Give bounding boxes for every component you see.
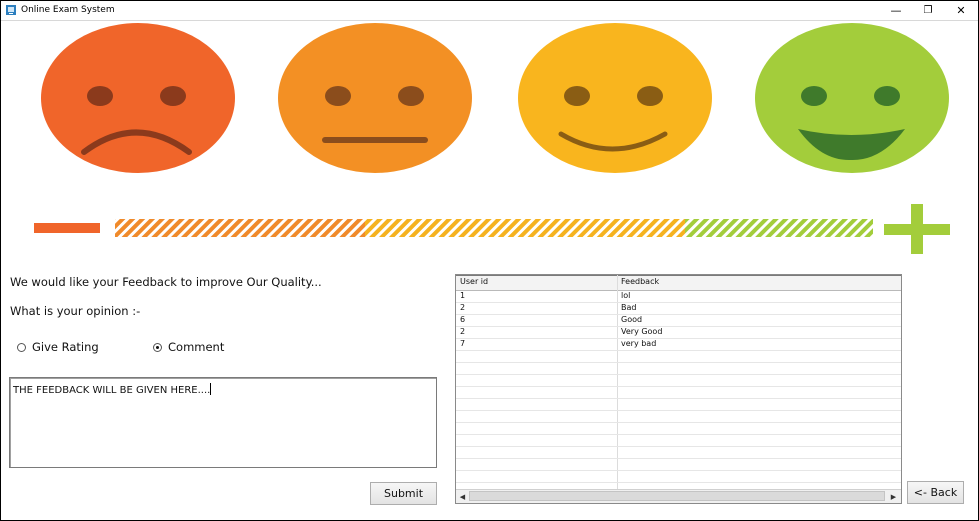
happy-face-icon (518, 23, 712, 173)
table-header: User id Feedback (456, 275, 901, 291)
cell-user-id: 1 (460, 291, 466, 300)
column-header-feedback[interactable]: Feedback (621, 277, 659, 286)
app-window: Online Exam System — ❐ ✕ We would like y… (0, 0, 979, 521)
client-area: We would like your Feedback to improve O… (1, 21, 978, 520)
give-rating-label: Give Rating (32, 340, 99, 354)
feedback-textarea[interactable]: THE FEEDBACK WILL BE GIVEN HERE.... (9, 377, 437, 468)
cell-feedback: Good (621, 315, 643, 324)
neutral-face-icon (278, 23, 472, 173)
app-icon (6, 5, 16, 15)
horizontal-scrollbar[interactable]: ◀ ▶ (456, 489, 901, 503)
column-header-user-id[interactable]: User id (460, 277, 488, 286)
cell-user-id: 7 (460, 339, 466, 348)
minimize-button[interactable]: — (881, 1, 911, 20)
submit-button[interactable]: Submit (370, 482, 437, 505)
radio-icon (17, 342, 26, 352)
cell-feedback: Very Good (621, 327, 663, 336)
radio-selected-icon (153, 342, 162, 352)
comment-label: Comment (168, 340, 225, 354)
cell-user-id: 2 (460, 327, 466, 336)
cell-feedback: very bad (621, 339, 657, 348)
opinion-question: What is your opinion :- (10, 304, 141, 318)
very-happy-face-icon (755, 23, 949, 173)
cell-feedback: Bad (621, 303, 637, 312)
scroll-right-arrow-icon[interactable]: ▶ (888, 491, 899, 502)
plus-icon (884, 204, 950, 254)
maximize-button[interactable]: ❐ (913, 1, 943, 20)
intro-text: We would like your Feedback to improve O… (10, 275, 322, 289)
feedback-text: THE FEEDBACK WILL BE GIVEN HERE.... (13, 385, 211, 396)
feedback-table[interactable]: User id Feedback 1 lol 2 Bad 6 Good 2 Ve… (455, 274, 902, 504)
rating-scale-bar (34, 204, 950, 254)
comment-radio[interactable]: Comment (153, 340, 224, 354)
title-bar: Online Exam System — ❐ ✕ (1, 1, 978, 21)
feedback-faces-banner (34, 23, 950, 254)
cell-feedback: lol (621, 291, 631, 300)
minus-icon (34, 223, 100, 233)
cell-user-id: 2 (460, 303, 466, 312)
text-caret (210, 383, 212, 395)
very-sad-face-icon (41, 23, 235, 173)
scroll-left-arrow-icon[interactable]: ◀ (457, 491, 468, 502)
give-rating-radio[interactable]: Give Rating (17, 340, 99, 354)
cell-user-id: 6 (460, 315, 466, 324)
empty-row (456, 470, 901, 483)
scrollbar-thumb[interactable] (469, 491, 885, 501)
close-button[interactable]: ✕ (946, 1, 976, 20)
window-title: Online Exam System (21, 5, 115, 15)
back-button[interactable]: <- Back (907, 481, 964, 504)
